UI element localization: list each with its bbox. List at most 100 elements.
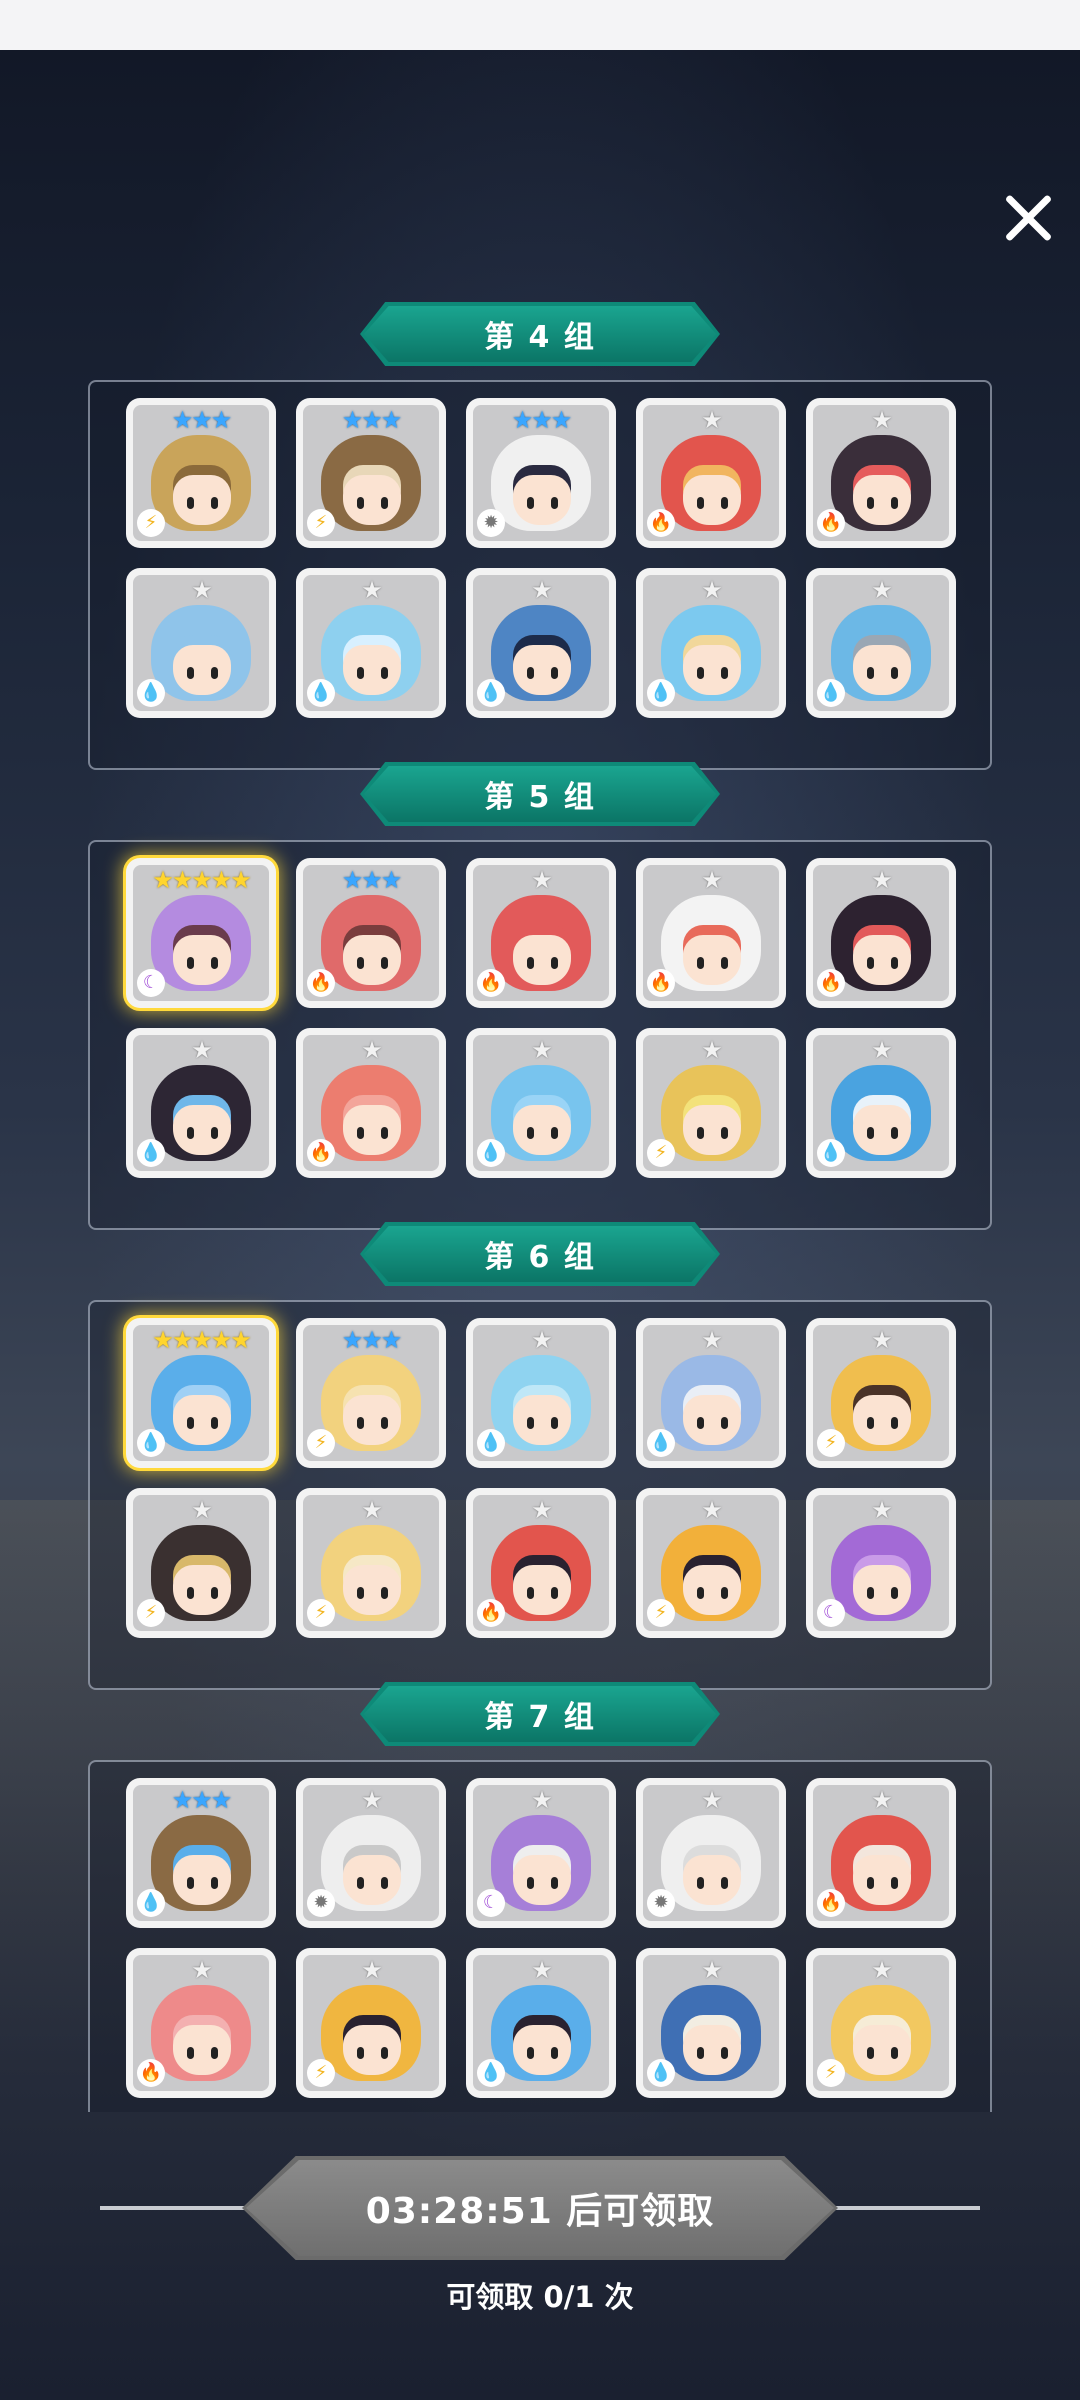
hero-portrait: ★ 🔥 bbox=[643, 405, 779, 541]
hero-portrait: ★ 💧 bbox=[643, 575, 779, 711]
hero-portrait: ★ ☾ bbox=[473, 1785, 609, 1921]
hero-portrait: ★★★ ✹ bbox=[473, 405, 609, 541]
star-rating-icon: ★★★ bbox=[511, 406, 573, 434]
star-rating-icon: ★ bbox=[361, 576, 383, 604]
hero-card[interactable]: ★★★★★ 💧 bbox=[126, 1318, 276, 1468]
hero-card[interactable]: ★ 🔥 bbox=[466, 858, 616, 1008]
water-element-icon: 💧 bbox=[477, 2059, 505, 2087]
hero-card[interactable]: ★ 🔥 bbox=[126, 1948, 276, 2098]
hero-card[interactable]: ★ 🔥 bbox=[806, 398, 956, 548]
water-element-icon: 💧 bbox=[307, 679, 335, 707]
hero-portrait: ★ 💧 bbox=[643, 1325, 779, 1461]
fire-element-icon: 🔥 bbox=[307, 969, 335, 997]
hero-card[interactable]: ★ ⚡ bbox=[296, 1488, 446, 1638]
hero-card[interactable]: ★ ⚡ bbox=[636, 1488, 786, 1638]
hero-portrait: ★★★ 🔥 bbox=[303, 865, 439, 1001]
hero-card[interactable]: ★★★ ⚡ bbox=[126, 398, 276, 548]
hero-portrait: ★ ⚡ bbox=[643, 1035, 779, 1171]
hero-portrait: ★ 💧 bbox=[133, 1035, 269, 1171]
hero-card[interactable]: ★ 🔥 bbox=[806, 1778, 956, 1928]
star-rating-icon: ★ bbox=[531, 1326, 553, 1354]
hero-card[interactable]: ★ ⚡ bbox=[806, 1948, 956, 2098]
hero-card[interactable]: ★★★ 💧 bbox=[126, 1778, 276, 1928]
hero-card[interactable]: ★ 💧 bbox=[806, 1028, 956, 1178]
footer-divider-left bbox=[100, 2206, 246, 2210]
reward-groups-scroll-view[interactable]: 第 4 组 ★★★ ⚡ ★★★ ⚡ ★★★ ✹ ★ 🔥 ★ 🔥 ★ 💧 ★ 💧 ★ 💧 ★ 💧 ★ 💧 第 5 组 ★★★★… bbox=[0, 282, 1080, 2112]
hero-card[interactable]: ★ ✹ bbox=[636, 1778, 786, 1928]
hero-card[interactable]: ★ ⚡ bbox=[636, 1028, 786, 1178]
hero-card[interactable]: ★ 🔥 bbox=[466, 1488, 616, 1638]
hero-portrait: ★ ⚡ bbox=[813, 1955, 949, 2091]
hero-card[interactable]: ★ 💧 bbox=[296, 568, 446, 718]
hero-portrait: ★ 💧 bbox=[813, 575, 949, 711]
fire-element-icon: 🔥 bbox=[817, 1889, 845, 1917]
hero-portrait: ★★★ 💧 bbox=[133, 1785, 269, 1921]
hero-portrait: ★ 💧 bbox=[473, 1035, 609, 1171]
hero-card[interactable]: ★ 💧 bbox=[636, 1948, 786, 2098]
hero-card[interactable]: ★ 💧 bbox=[466, 1028, 616, 1178]
hero-card[interactable]: ★ 💧 bbox=[126, 1028, 276, 1178]
group-banner: 第 6 组 bbox=[360, 1222, 720, 1286]
star-rating-icon: ★ bbox=[871, 1496, 893, 1524]
water-element-icon: 💧 bbox=[477, 1139, 505, 1167]
hero-card[interactable]: ★ 💧 bbox=[806, 568, 956, 718]
hero-portrait: ★ 🔥 bbox=[813, 405, 949, 541]
claim-reward-button-label: 03:28:51 后可领取 bbox=[246, 2160, 834, 2256]
water-element-icon: 💧 bbox=[137, 1889, 165, 1917]
hero-card[interactable]: ★★★ 🔥 bbox=[296, 858, 446, 1008]
hero-portrait: ★ 🔥 bbox=[473, 1495, 609, 1631]
hero-card[interactable]: ★ ☾ bbox=[806, 1488, 956, 1638]
close-button[interactable] bbox=[998, 188, 1058, 248]
hero-card[interactable]: ★ 💧 bbox=[126, 568, 276, 718]
hero-card[interactable]: ★★★ ⚡ bbox=[296, 398, 446, 548]
hero-card[interactable]: ★ ⚡ bbox=[126, 1488, 276, 1638]
hero-card[interactable]: ★★★ ✹ bbox=[466, 398, 616, 548]
hero-portrait: ★ ⚡ bbox=[643, 1495, 779, 1631]
hero-card[interactable]: ★★★ ⚡ bbox=[296, 1318, 446, 1468]
hero-portrait: ★ ⚡ bbox=[303, 1955, 439, 2091]
star-rating-icon: ★★★ bbox=[341, 1326, 403, 1354]
hero-card[interactable]: ★ ⚡ bbox=[806, 1318, 956, 1468]
water-element-icon: 💧 bbox=[817, 1139, 845, 1167]
star-rating-icon: ★ bbox=[701, 576, 723, 604]
hero-card[interactable]: ★ 💧 bbox=[636, 568, 786, 718]
hero-card[interactable]: ★ 💧 bbox=[466, 1948, 616, 2098]
fire-element-icon: 🔥 bbox=[647, 509, 675, 537]
star-rating-icon: ★ bbox=[701, 1786, 723, 1814]
hero-card[interactable]: ★ 🔥 bbox=[636, 398, 786, 548]
star-rating-icon: ★ bbox=[191, 1496, 213, 1524]
hero-portrait: ★ 💧 bbox=[473, 1955, 609, 2091]
fire-element-icon: 🔥 bbox=[307, 1139, 335, 1167]
hero-portrait: ★ 💧 bbox=[473, 575, 609, 711]
group-banner-label: 第 7 组 bbox=[364, 1686, 716, 1742]
hero-card[interactable]: ★ 🔥 bbox=[806, 858, 956, 1008]
star-rating-icon: ★ bbox=[361, 1496, 383, 1524]
hero-card[interactable]: ★ ✹ bbox=[296, 1778, 446, 1928]
fire-element-icon: 🔥 bbox=[817, 509, 845, 537]
star-rating-icon: ★ bbox=[531, 1496, 553, 1524]
star-rating-icon: ★★★ bbox=[341, 866, 403, 894]
star-rating-icon: ★ bbox=[191, 576, 213, 604]
hero-card[interactable]: ★ 💧 bbox=[636, 1318, 786, 1468]
star-rating-icon: ★ bbox=[871, 866, 893, 894]
hero-card[interactable]: ★ 🔥 bbox=[296, 1028, 446, 1178]
hero-portrait: ★ 🔥 bbox=[813, 865, 949, 1001]
hero-card[interactable]: ★ 💧 bbox=[466, 568, 616, 718]
hero-card[interactable]: ★ ⚡ bbox=[296, 1948, 446, 2098]
star-rating-icon: ★ bbox=[701, 1956, 723, 1984]
lightning-element-icon: ⚡ bbox=[137, 1599, 165, 1627]
hero-card[interactable]: ★ 💧 bbox=[466, 1318, 616, 1468]
footer-divider-right bbox=[834, 2206, 980, 2210]
claim-reward-button[interactable]: 03:28:51 后可领取 bbox=[242, 2156, 838, 2260]
light-element-icon: ✹ bbox=[477, 509, 505, 537]
star-rating-icon: ★ bbox=[531, 866, 553, 894]
star-rating-icon: ★★★ bbox=[171, 406, 233, 434]
group-banner: 第 5 组 bbox=[360, 762, 720, 826]
hero-card[interactable]: ★ ☾ bbox=[466, 1778, 616, 1928]
hero-card[interactable]: ★ 🔥 bbox=[636, 858, 786, 1008]
hero-card[interactable]: ★★★★★ ☾ bbox=[126, 858, 276, 1008]
star-rating-icon: ★ bbox=[871, 1036, 893, 1064]
hero-portrait: ★ 💧 bbox=[643, 1955, 779, 2091]
hero-portrait: ★ 💧 bbox=[303, 575, 439, 711]
status-bar-strip bbox=[0, 0, 1080, 50]
